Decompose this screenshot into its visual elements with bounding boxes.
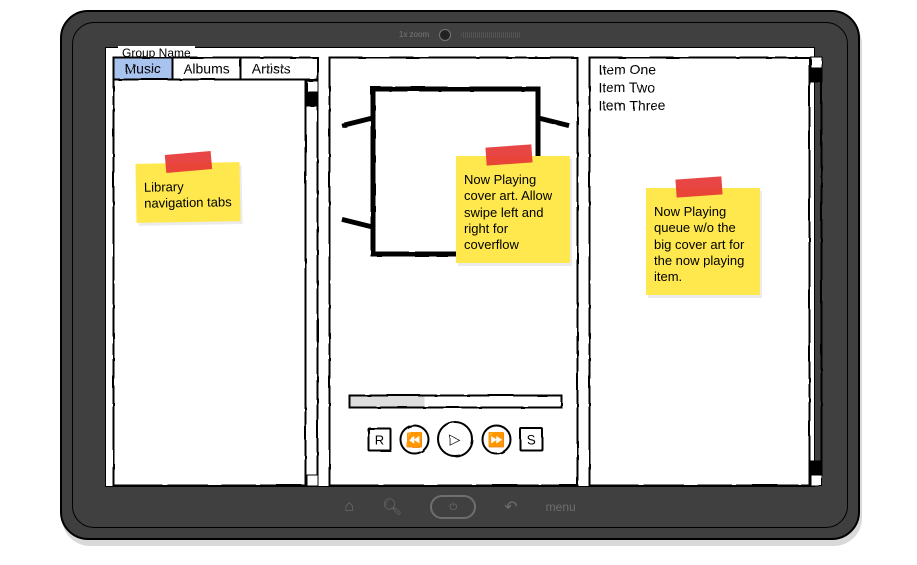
sticky-text: Library navigation tabs: [144, 179, 232, 211]
zoom-hint: 1x zoom: [399, 31, 429, 39]
library-tabs: Music Albums Artists: [114, 58, 316, 80]
power-button[interactable]: ⏻: [430, 495, 476, 519]
playback-controls: R ⏪ ▷ ⏩ S: [348, 418, 562, 460]
tape-icon: [675, 176, 722, 197]
tab-music[interactable]: Music: [114, 58, 173, 78]
list-item[interactable]: Item One: [596, 60, 814, 78]
back-icon[interactable]: ↶: [504, 497, 517, 517]
sticky-text: Now Playing cover art. Allow swipe left …: [464, 172, 552, 252]
progress-bar[interactable]: [348, 394, 562, 408]
queue-list: Item One Item Two Item Three: [590, 58, 820, 116]
device-bottom-hardware: ⌂ 🔍︎ ⏻ ↶ menu: [260, 493, 660, 521]
tape-icon: [485, 144, 532, 165]
scroll-down-icon[interactable]: [810, 474, 822, 486]
scroll-thumb[interactable]: [810, 460, 822, 474]
list-item[interactable]: Item Three: [596, 96, 814, 114]
scroll-up-icon[interactable]: [306, 80, 318, 92]
camera-icon: [439, 29, 451, 41]
sticky-note-cover: Now Playing cover art. Allow swipe left …: [456, 156, 570, 263]
play-button[interactable]: ▷: [437, 421, 473, 457]
library-panel: Music Albums Artists: [112, 56, 318, 486]
tab-artists[interactable]: Artists: [241, 58, 300, 78]
queue-scrollbar[interactable]: [808, 56, 822, 486]
scroll-thumb[interactable]: [306, 92, 318, 106]
forward-button[interactable]: ⏩: [481, 424, 511, 454]
repeat-button[interactable]: R: [367, 427, 391, 451]
now-playing-panel: R ⏪ ▷ ⏩ S: [328, 56, 578, 486]
tab-albums[interactable]: Albums: [173, 58, 242, 78]
menu-button[interactable]: menu: [546, 500, 576, 514]
tape-icon: [165, 151, 212, 173]
sticky-text: Now Playing queue w/o the big cover art …: [654, 204, 744, 284]
home-icon[interactable]: ⌂: [344, 498, 354, 516]
scroll-thumb[interactable]: [810, 68, 822, 82]
device-top-hardware: 1x zoom: [360, 27, 560, 43]
progress-fill: [350, 396, 424, 406]
speaker-icon: [461, 32, 521, 38]
tablet-bezel: 1x zoom Group Name Music Albums Artists: [72, 22, 848, 528]
rewind-button[interactable]: ⏪: [399, 424, 429, 454]
search-icon[interactable]: 🔍︎: [382, 497, 402, 517]
screen: Group Name Music Albums Artists: [105, 47, 815, 487]
shuffle-button[interactable]: S: [519, 427, 543, 451]
scroll-down-icon[interactable]: [306, 474, 318, 486]
scroll-up-icon[interactable]: [810, 56, 822, 68]
sticky-note-library: Library navigation tabs: [135, 162, 240, 222]
tablet-frame: 1x zoom Group Name Music Albums Artists: [60, 10, 860, 540]
sticky-note-queue: Now Playing queue w/o the big cover art …: [646, 188, 760, 295]
library-scrollbar[interactable]: [304, 80, 318, 486]
list-item[interactable]: Item Two: [596, 78, 814, 96]
